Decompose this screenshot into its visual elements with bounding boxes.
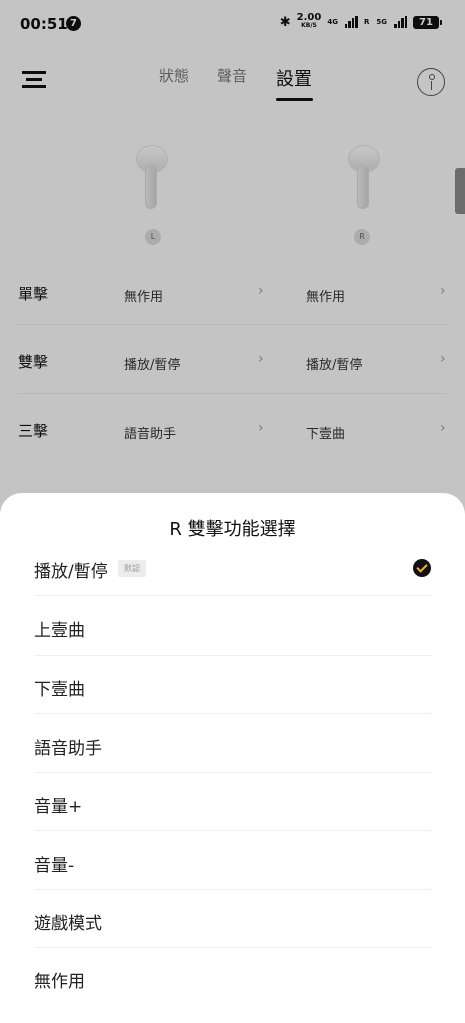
option-voice-assistant[interactable]: 語音助手 <box>0 734 465 793</box>
divider <box>34 830 431 831</box>
sheet-title: R 雙擊功能選擇 <box>169 519 296 540</box>
option-label: 下壹曲 <box>34 680 85 700</box>
option-game-mode[interactable]: 遊戲模式 <box>0 909 465 968</box>
divider <box>34 947 431 948</box>
option-label: 語音助手 <box>34 739 102 759</box>
option-label: 無作用 <box>34 972 85 992</box>
divider <box>34 655 431 656</box>
option-label: 播放/暫停 <box>34 562 108 582</box>
option-label: 遊戲模式 <box>34 914 102 934</box>
option-play-pause[interactable]: 播放/暫停 默認 <box>0 557 465 616</box>
option-no-action[interactable]: 無作用 <box>0 967 465 1023</box>
check-icon <box>413 559 431 577</box>
option-volume-down[interactable]: 音量- <box>0 851 465 910</box>
divider <box>34 595 431 596</box>
option-label: 音量+ <box>34 797 83 817</box>
function-select-sheet: R 雙擊功能選擇 播放/暫停 默認 上壹曲 下壹曲 語音助手 音量+ 音量- 遊… <box>0 493 465 1023</box>
divider <box>34 772 431 773</box>
divider <box>34 713 431 714</box>
option-volume-up[interactable]: 音量+ <box>0 792 465 851</box>
option-next-track[interactable]: 下壹曲 <box>0 675 465 734</box>
option-previous-track[interactable]: 上壹曲 <box>0 616 465 675</box>
divider <box>34 889 431 890</box>
option-label: 音量- <box>34 856 75 876</box>
default-badge: 默認 <box>118 560 146 577</box>
option-label: 上壹曲 <box>34 621 85 641</box>
